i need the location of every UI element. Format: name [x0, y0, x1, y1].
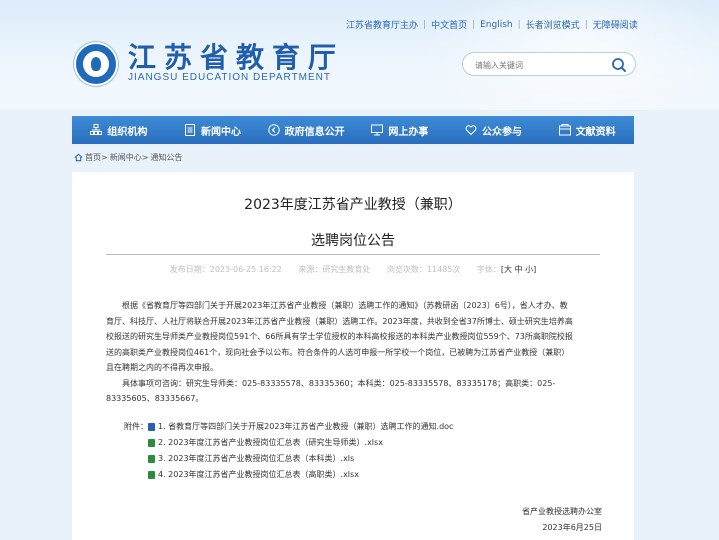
paragraph-line: 育厅、科技厅、人社厅将联合开展2023年江苏省产业教授（兼职）选聘工作。2023… — [106, 316, 573, 326]
attachment-link[interactable]: 4. 2023年度江苏省产业教授岗位汇总表（高职类）.xlsx — [148, 469, 359, 480]
english-link[interactable]: English — [480, 20, 513, 30]
chinese-home-link[interactable]: 中文首页 — [431, 18, 467, 31]
news-icon — [185, 124, 195, 136]
article-title-line1: 2023年度江苏省产业教授（兼职） — [244, 197, 462, 213]
excel-file-icon — [148, 454, 155, 463]
signature: 省产业教授选聘办公室 — [522, 507, 602, 516]
view-count: 浏览次数：11485次 — [386, 265, 461, 274]
attachment-link[interactable]: 1. 省教育厅等四部门关于开展2023年江苏省产业教授（兼职）选聘工作的通知.d… — [148, 421, 453, 432]
attachment-label: 3. 2023年度江苏省产业教授岗位汇总表（本科类）.xls — [158, 454, 355, 463]
attachment-link[interactable]: 3. 2023年度江苏省产业教授岗位汇总表（本科类）.xls — [148, 453, 354, 464]
article-meta: 发布日期：2023-06-25 16:22 来源：研究生教育处 浏览次数：114… — [72, 264, 634, 275]
nav-item-organization[interactable]: 组织机构 — [72, 116, 166, 144]
main-nav: 组织机构 新闻中心 政府信息公开 网上办事 公众参与 文献资料 — [72, 116, 634, 144]
divider: | — [584, 19, 588, 30]
logo-emblem-icon[interactable] — [74, 42, 118, 86]
nav-label: 新闻中心 — [201, 126, 241, 138]
nav-label: 公众参与 — [482, 126, 523, 138]
breadcrumb-notice[interactable]: 通知公告 — [150, 152, 182, 163]
paragraph-line: 校报送的研究生导师类产业教授岗位591个、66所具有学士学位授权的本科高校报送的… — [106, 332, 573, 341]
article-title-line2: 选聘岗位公告 — [311, 233, 395, 249]
host-label: 江苏省教育厅主办 — [346, 21, 419, 31]
site-header: 江苏省教育厅主办 | 中文首页 | English | 长者浏览模式 | 无障碍… — [0, 0, 719, 110]
home-icon — [74, 153, 83, 162]
accessibility-link[interactable]: 无障碍阅读 — [593, 18, 638, 31]
article-source: 来源：研究生教育处 — [298, 265, 371, 274]
search-input[interactable] — [475, 57, 605, 73]
font-size-label: 字体： — [476, 265, 501, 274]
heart-icon — [465, 125, 477, 136]
doc-file-icon — [148, 422, 155, 431]
site-logo-title[interactable]: 江苏省教育厅 — [128, 36, 344, 76]
excel-file-icon — [148, 470, 155, 479]
documents-icon — [558, 124, 571, 136]
nav-item-public-participation[interactable]: 公众参与 — [447, 116, 541, 144]
attachment-label: 2. 2023年度江苏省产业教授岗位汇总表（研究生导师类）.xlsx — [158, 438, 383, 447]
article-container: 2023年度江苏省产业教授（兼职） 选聘岗位公告 发布日期：2023-06-25… — [72, 172, 634, 540]
divider: | — [517, 19, 521, 30]
divider: | — [472, 19, 476, 30]
paragraph-line: 具体事项可咨询：研究生导师类：025-83335578、83335360；本科类… — [122, 378, 556, 388]
attachment-label: 1. 省教育厅等四部门关于开展2023年江苏省产业教授（兼职）选聘工作的通知.d… — [158, 422, 454, 431]
breadcrumb: 首页 > 新闻中心 > 通知公告 — [74, 152, 182, 163]
paragraph-line: 根据《省教育厅等四部门关于开展2023年江苏省产业教授（兼职）选聘工作的通知》（… — [122, 301, 568, 310]
attachments-label: 附件： — [124, 422, 148, 431]
nav-label: 政府信息公开 — [284, 126, 345, 138]
info-disclosure-icon — [267, 124, 280, 136]
attachment-label: 4. 2023年度江苏省产业教授岗位汇总表（高职类）.xlsx — [158, 470, 359, 479]
nav-label: 网上办事 — [388, 126, 429, 138]
breadcrumb-news[interactable]: 新闻中心 — [110, 152, 142, 163]
article-body: 根据《省教育厅等四部门关于开展2023年江苏省产业教授（兼职）选聘工作的通知》（… — [106, 298, 604, 407]
divider: | — [423, 19, 427, 30]
paragraph-line: 83335605、83335667。 — [106, 394, 204, 403]
search-box — [462, 52, 636, 76]
breadcrumb-separator: > — [101, 153, 108, 162]
org-chart-icon — [90, 124, 103, 135]
attachment-link[interactable]: 2. 2023年度江苏省产业教授岗位汇总表（研究生导师类）.xlsx — [148, 437, 383, 448]
sign-date: 2023年6月25日 — [542, 523, 602, 532]
nav-item-news[interactable]: 新闻中心 — [166, 116, 260, 144]
elder-mode-link[interactable]: 长者浏览模式 — [526, 18, 580, 31]
search-icon[interactable] — [611, 57, 627, 73]
nav-item-online-service[interactable]: 网上办事 — [353, 116, 447, 144]
nav-label: 组织机构 — [107, 126, 148, 138]
online-service-icon — [371, 124, 384, 136]
site-logo-subtitle: JIANGSU EDUCATION DEPARTMENT — [128, 72, 332, 83]
paragraph-line: 且在聘期之内的不得再次申报。 — [106, 363, 218, 372]
breadcrumb-separator: > — [141, 153, 149, 162]
font-size-options[interactable]: [大 中 小] — [501, 265, 536, 274]
nav-item-documents[interactable]: 文献资料 — [540, 116, 634, 144]
nav-item-info-disclosure[interactable]: 政府信息公开 — [259, 116, 353, 144]
nav-label: 文献资料 — [575, 126, 616, 138]
publish-date: 发布日期：2023-06-25 16:22 — [169, 265, 282, 274]
paragraph-line: 送的高职类产业教授岗位461个，现向社会予以公布。符合条件的人选可申报一所学校一… — [106, 347, 570, 357]
breadcrumb-home[interactable]: 首页 — [85, 152, 101, 163]
title-divider — [106, 254, 600, 255]
excel-file-icon — [148, 438, 155, 447]
top-links-bar: 江苏省教育厅主办 | 中文首页 | English | 长者浏览模式 | 无障碍… — [346, 18, 638, 32]
